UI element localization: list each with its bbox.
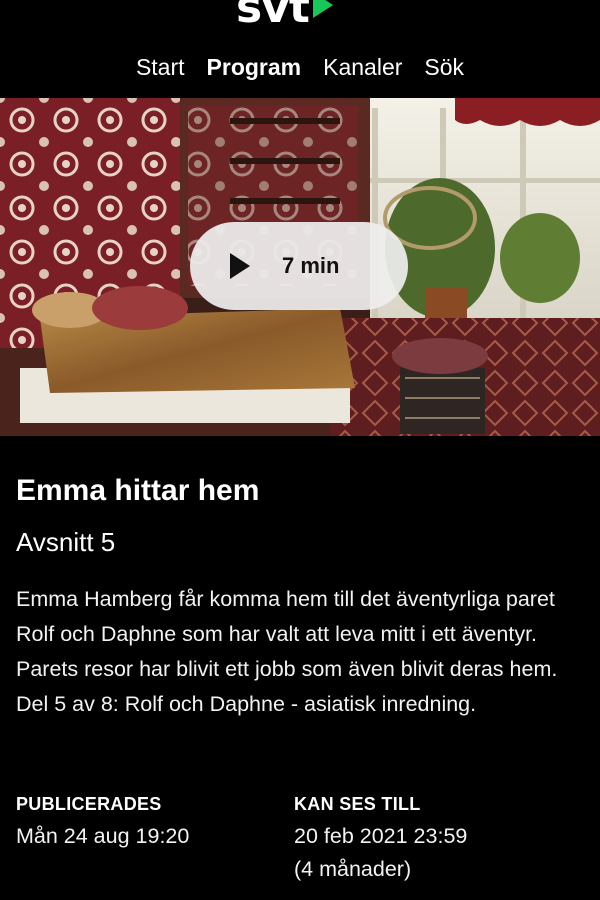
play-icon: [230, 253, 250, 279]
nav-item-kanaler[interactable]: Kanaler: [323, 52, 402, 82]
episode-description: Emma Hamberg får komma hem till det även…: [16, 587, 558, 716]
page: svt Start Program Kanaler Sök 7 min Emma…: [0, 0, 600, 900]
nav-item-start[interactable]: Start: [136, 52, 185, 82]
top-bar: svt Start Program Kanaler Sök: [0, 0, 600, 98]
play-button[interactable]: 7 min: [190, 222, 408, 310]
nav-item-sok[interactable]: Sök: [424, 52, 464, 82]
logo-text: svt: [236, 0, 310, 33]
main-nav: Start Program Kanaler Sök: [0, 52, 600, 82]
available-until-note: (4 månader): [294, 857, 412, 881]
program-title: Emma hittar hem: [16, 474, 260, 507]
available-until-label: KAN SES TILL: [294, 794, 421, 814]
duration-label: 7 min: [282, 253, 340, 278]
svt-logo[interactable]: svt: [236, 0, 333, 32]
logo-play-icon: [312, 0, 333, 18]
nav-item-program[interactable]: Program: [207, 52, 302, 82]
published-label: PUBLICERADES: [16, 794, 162, 814]
episode-number: Avsnitt 5: [16, 527, 116, 557]
available-until-value: 20 feb 2021 23:59: [294, 824, 468, 848]
hero-thumbnail[interactable]: 7 min: [0, 98, 600, 436]
published-value: Mån 24 aug 19:20: [16, 824, 190, 848]
